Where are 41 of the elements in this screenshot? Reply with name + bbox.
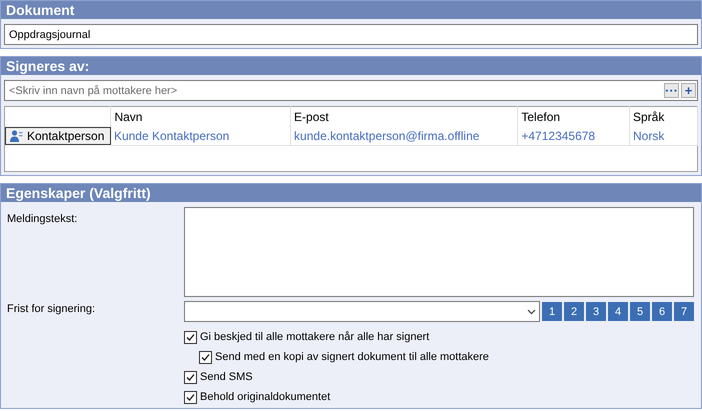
add-button[interactable]: + bbox=[681, 83, 696, 98]
checkbox[interactable] bbox=[184, 370, 197, 384]
day-button[interactable]: 6 bbox=[652, 302, 672, 321]
checkbox[interactable] bbox=[184, 390, 197, 404]
column-header[interactable]: E-post bbox=[290, 106, 518, 127]
browse-button[interactable]: ··· bbox=[664, 83, 679, 98]
day-button[interactable]: 1 bbox=[542, 302, 562, 321]
day-button[interactable]: 2 bbox=[564, 302, 584, 321]
message-field[interactable] bbox=[184, 207, 694, 297]
deadline-dropdown[interactable] bbox=[184, 301, 540, 322]
table-cell: kunde.kontaktperson@firma.offline bbox=[290, 127, 518, 146]
option-label: Send med en kopi av signert dokument til alle mottakere bbox=[215, 351, 489, 363]
option-label: Behold originaldokumentet bbox=[200, 391, 330, 403]
table-cell: Kunde Kontaktperson bbox=[110, 127, 291, 146]
table-cell: +4712345678 bbox=[518, 127, 630, 146]
option-label: Gi beskjed til alle mottakere når alle har signert bbox=[200, 331, 430, 343]
role-button[interactable]: Kontaktperson bbox=[5, 127, 111, 146]
chevron-down-icon bbox=[527, 308, 536, 314]
message-label: Meldingstekst: bbox=[7, 212, 78, 227]
option-label: Send SMS bbox=[200, 371, 253, 383]
document-name-field[interactable]: Oppdragsjournal bbox=[4, 24, 698, 45]
day-button[interactable]: 7 bbox=[674, 302, 694, 321]
checkbox[interactable] bbox=[184, 330, 197, 344]
checkmark-icon bbox=[185, 332, 196, 342]
day-button[interactable]: 3 bbox=[586, 302, 606, 321]
table-cell: Norsk bbox=[629, 127, 698, 146]
contact-icon bbox=[10, 130, 23, 142]
panel-title: Egenskaper (Valgfritt) bbox=[1, 184, 701, 202]
column-header[interactable]: Telefon bbox=[518, 106, 630, 127]
checkmark-icon bbox=[200, 352, 211, 362]
column-header[interactable]: Navn bbox=[110, 106, 291, 127]
day-button[interactable]: 5 bbox=[630, 302, 650, 321]
checkbox[interactable] bbox=[199, 350, 212, 364]
checkmark-icon bbox=[185, 392, 196, 402]
checkmark-icon bbox=[185, 372, 196, 382]
panel-title: Signeres av: bbox=[1, 57, 701, 75]
deadline-label: Frist for signering: bbox=[7, 302, 96, 317]
panel-title: Dokument bbox=[1, 1, 701, 19]
column-header[interactable]: Språk bbox=[629, 106, 698, 127]
day-button[interactable]: 4 bbox=[608, 302, 628, 321]
recipient-field[interactable]: <Skriv inn navn på mottakere her> ··· + bbox=[4, 80, 698, 101]
